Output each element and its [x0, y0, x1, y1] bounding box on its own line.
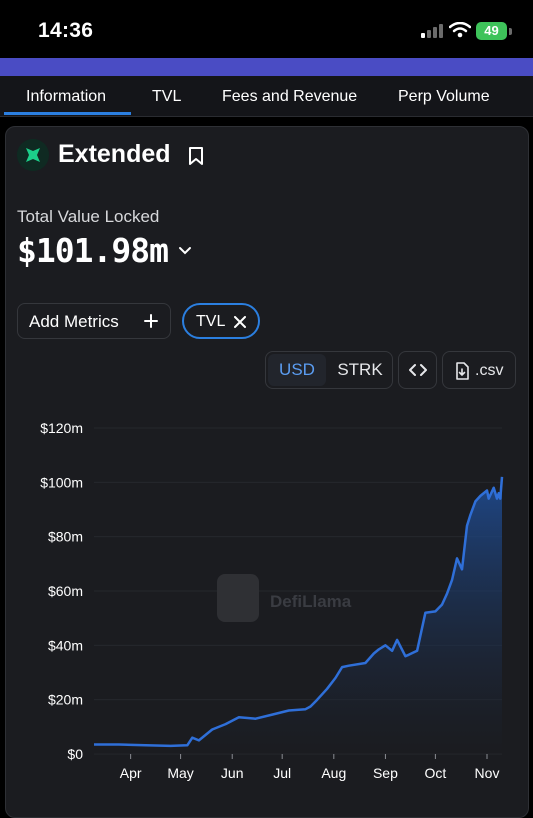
embed-button[interactable] — [398, 351, 437, 389]
tvl-value: $101.98m — [17, 231, 169, 270]
tab-information[interactable]: Information — [26, 88, 106, 106]
cellular-signal-icon — [421, 24, 443, 38]
watermark: DefiLlama — [217, 574, 352, 622]
tvl-label: Total Value Locked — [17, 207, 160, 226]
currency-option-usd[interactable]: USD — [268, 354, 326, 386]
plus-icon — [144, 314, 158, 328]
y-tick-label: $40m — [48, 637, 83, 653]
y-tick-label: $20m — [48, 692, 83, 708]
tab-tvl[interactable]: TVL — [152, 88, 181, 106]
currency-option-strk[interactable]: STRK — [332, 354, 388, 386]
x-tick-label: Nov — [475, 765, 500, 781]
tvl-area-fill — [94, 476, 502, 754]
battery-indicator: 49 — [476, 22, 507, 40]
x-tick-label: Jul — [273, 765, 291, 781]
code-icon — [409, 364, 427, 376]
active-tab-indicator — [4, 112, 131, 115]
watermark-logo-icon — [217, 574, 259, 622]
tvl-chip-label: TVL — [196, 313, 226, 330]
tab-fees-and-revenue[interactable]: Fees and Revenue — [222, 88, 357, 106]
x-tick-label: Aug — [321, 765, 346, 781]
y-tick-label: $120m — [40, 420, 83, 436]
tvl-metric-chip[interactable]: TVL — [182, 303, 260, 339]
bookmark-icon[interactable] — [188, 146, 204, 166]
csv-label: .csv — [475, 362, 504, 379]
header-strip — [0, 58, 533, 76]
chevron-down-icon[interactable] — [178, 246, 192, 256]
x-tick-label: Sep — [373, 765, 398, 781]
y-tick-label: $0 — [67, 746, 83, 762]
csv-download-button[interactable]: .csv — [442, 351, 516, 389]
status-time: 14:36 — [38, 19, 94, 42]
protocol-logo-icon — [17, 139, 49, 171]
battery-tip — [509, 28, 512, 35]
tab-perp-volume[interactable]: Perp Volume — [398, 88, 490, 106]
wifi-icon — [449, 22, 471, 38]
x-tick-label: Jun — [221, 765, 244, 781]
add-metrics-button[interactable]: Add Metrics — [17, 303, 171, 339]
tabs-bar: Information TVL Fees and Revenue Perp Vo… — [0, 76, 533, 117]
x-tick-label: Oct — [424, 765, 446, 781]
file-download-icon — [456, 362, 469, 380]
add-metrics-label: Add Metrics — [29, 312, 119, 331]
tvl-chart: DefiLlama $0 $20m $40m $60m $80m $100m $120m A… — [40, 420, 504, 781]
y-tick-label: $80m — [48, 529, 83, 545]
currency-toggle: USD STRK — [265, 351, 393, 389]
y-tick-label: $100m — [40, 474, 83, 490]
y-tick-label: $60m — [48, 583, 83, 599]
protocol-name: Extended — [58, 140, 171, 168]
x-tick-label: Apr — [120, 765, 142, 781]
close-icon[interactable] — [234, 316, 246, 328]
x-tick-label: May — [167, 765, 193, 781]
watermark-text: DefiLlama — [270, 592, 352, 611]
status-bar: 14:36 49 — [0, 0, 533, 58]
